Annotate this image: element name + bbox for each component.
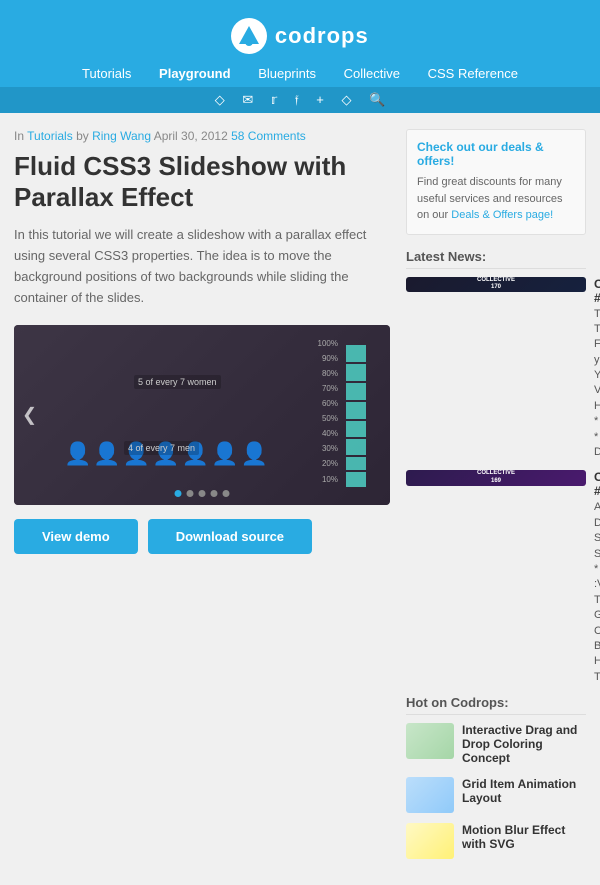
news-item-2-desc: Art-Directing SVGs * SmartIcons * Revisi… xyxy=(594,500,600,685)
label-men: 4 of every 7 men xyxy=(124,441,199,455)
breadcrumb-comments[interactable]: 58 Comments xyxy=(231,129,306,143)
deals-text: Find great discounts for many useful ser… xyxy=(417,174,575,224)
pct-70: 70% xyxy=(318,384,338,393)
pct-labels: 100% 90% 80% 70% 60% 50% 40% 30% 20% 10% xyxy=(318,339,338,484)
social-nav: ◇ ✉ 𝕣 𝔣 + ◇ 🔍 xyxy=(0,87,600,113)
news-thumb-1[interactable]: COLLECTIVE170 xyxy=(406,277,586,293)
pct-30: 30% xyxy=(318,444,338,453)
nav-blueprints[interactable]: Blueprints xyxy=(258,66,316,81)
breadcrumb-author[interactable]: Ring Wang xyxy=(92,129,151,143)
pct-10: 10% xyxy=(318,475,338,484)
sidebar-deals: Check out our deals & offers! Find great… xyxy=(406,129,586,235)
breadcrumb-prefix: In xyxy=(14,129,24,143)
dot-4[interactable] xyxy=(211,490,218,497)
pct-100: 100% xyxy=(318,339,338,348)
dot-1[interactable] xyxy=(175,490,182,497)
figure-dark-2: 👤 xyxy=(240,441,267,467)
hot-title: Hot on Codrops: xyxy=(406,695,586,715)
hot-thumb-2[interactable] xyxy=(406,777,454,813)
rss-icon[interactable]: ◇ xyxy=(215,92,225,107)
article-area: In Tutorials by Ring Wang April 30, 2012… xyxy=(14,129,390,869)
pct-80: 80% xyxy=(318,369,338,378)
dot-2[interactable] xyxy=(187,490,194,497)
article-title: Fluid CSS3 Slideshow with Parallax Effec… xyxy=(14,151,390,213)
hot-item-1-title[interactable]: Interactive Drag and Drop Coloring Conce… xyxy=(462,723,586,765)
breadcrumb-category[interactable]: Tutorials xyxy=(27,129,73,143)
news-item-1-desc: The Art Of The SVG Filter * 10 year of Y… xyxy=(594,307,600,461)
article-intro: In this tutorial we will create a slides… xyxy=(14,225,390,308)
right-sidebar: Check out our deals & offers! Find great… xyxy=(406,129,586,869)
main-nav: Tutorials Playground Blueprints Collecti… xyxy=(0,60,600,87)
github-icon[interactable]: ◇ xyxy=(341,92,351,107)
dot-5[interactable] xyxy=(223,490,230,497)
nav-tutorials[interactable]: Tutorials xyxy=(82,66,131,81)
site-header: codrops Tutorials Playground Blueprints … xyxy=(0,0,600,113)
view-demo-button[interactable]: View demo xyxy=(14,519,138,554)
figure-teal-1: 👤 xyxy=(64,441,91,467)
news-thumb-2[interactable]: COLLECTIVE169 xyxy=(406,470,586,486)
twitter-icon[interactable]: 𝕣 xyxy=(271,92,277,107)
download-source-button[interactable]: Download source xyxy=(148,519,312,554)
hot-item-2-title[interactable]: Grid Item Animation Layout xyxy=(462,777,586,805)
hot-item-1: Interactive Drag and Drop Coloring Conce… xyxy=(406,723,586,767)
hot-section: Hot on Codrops: Interactive Drag and Dro… xyxy=(406,695,586,859)
nav-collective[interactable]: Collective xyxy=(344,66,400,81)
bar-chart xyxy=(342,339,370,487)
facebook-icon[interactable]: 𝔣 xyxy=(295,92,299,107)
pct-50: 50% xyxy=(318,414,338,423)
latest-news-section: Latest News: COLLECTIVE170 Collective #1… xyxy=(406,249,586,686)
googleplus-icon[interactable]: + xyxy=(316,92,324,107)
slide-content: /* dots rendered via CSS */ ❮ 👤 👤 👤 👤 👤 … xyxy=(14,325,390,505)
news-item-1-text: Collective #170 The Art Of The SVG Filte… xyxy=(594,277,600,461)
nav-css-reference[interactable]: CSS Reference xyxy=(428,66,518,81)
latest-news-title: Latest News: xyxy=(406,249,586,269)
deals-link[interactable]: Deals & Offers page! xyxy=(451,209,553,221)
hot-item-2: Grid Item Animation Layout xyxy=(406,777,586,813)
slide-dots xyxy=(175,490,230,497)
news-item-2-title[interactable]: Collective #169 xyxy=(594,470,600,498)
breadcrumb: In Tutorials by Ring Wang April 30, 2012… xyxy=(14,129,390,143)
dot-3[interactable] xyxy=(199,490,206,497)
breadcrumb-date: April 30, 2012 xyxy=(154,129,231,143)
label-women: 5 of every 7 women xyxy=(134,375,221,389)
pct-90: 90% xyxy=(318,354,338,363)
deals-title: Check out our deals & offers! xyxy=(417,140,575,168)
hot-thumb-1[interactable] xyxy=(406,723,454,759)
slideshow: /* dots rendered via CSS */ ❮ 👤 👤 👤 👤 👤 … xyxy=(14,325,390,505)
pct-20: 20% xyxy=(318,459,338,468)
pct-60: 60% xyxy=(318,399,338,408)
article-buttons: View demo Download source xyxy=(14,519,390,554)
figure-dark-1: 👤 xyxy=(211,441,238,467)
news-item-1: COLLECTIVE170 Collective #170 The Art Of… xyxy=(406,277,586,461)
nav-playground[interactable]: Playground xyxy=(159,66,231,81)
logo-text: codrops xyxy=(275,23,369,48)
email-icon[interactable]: ✉ xyxy=(242,92,253,107)
search-icon[interactable]: 🔍 xyxy=(369,92,385,107)
news-item-2: COLLECTIVE169 Collective #169 Art-Direct… xyxy=(406,470,586,685)
hot-thumb-3[interactable] xyxy=(406,823,454,859)
pct-40: 40% xyxy=(318,429,338,438)
news-item-1-title[interactable]: Collective #170 xyxy=(594,277,600,305)
news-item-2-text: Collective #169 Art-Directing SVGs * Sma… xyxy=(594,470,600,685)
logo-icon xyxy=(231,18,267,54)
logo-area[interactable]: codrops xyxy=(0,10,600,60)
main-container: In Tutorials by Ring Wang April 30, 2012… xyxy=(0,113,600,885)
slide-prev-arrow[interactable]: ❮ xyxy=(22,404,37,425)
hot-item-3: Motion Blur Effect with SVG xyxy=(406,823,586,859)
hot-item-3-title[interactable]: Motion Blur Effect with SVG xyxy=(462,823,586,851)
breadcrumb-by: by xyxy=(76,129,92,143)
figure-teal-2: 👤 xyxy=(93,441,120,467)
